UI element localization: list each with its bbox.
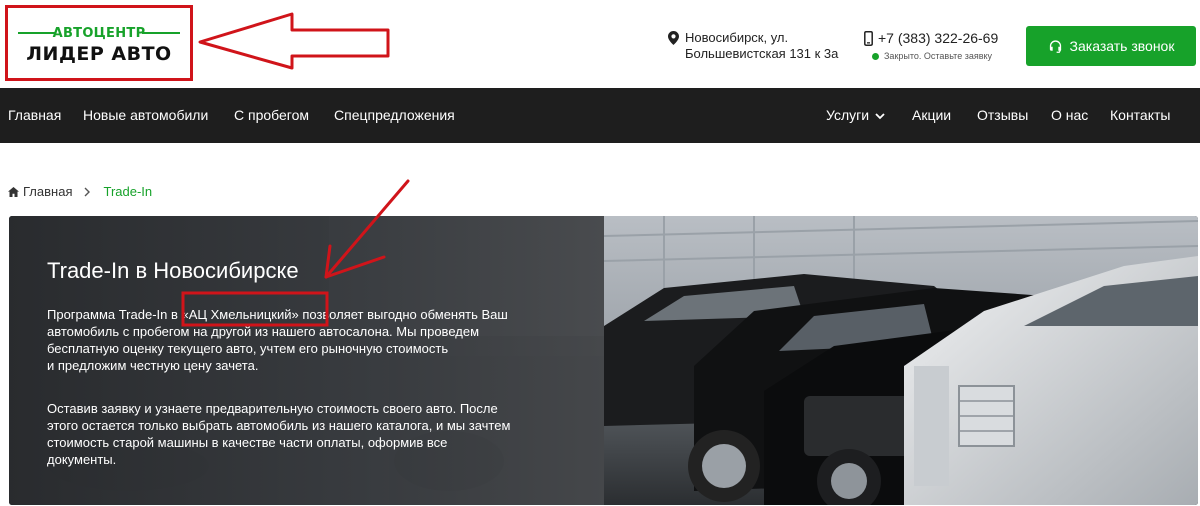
logo-line-right: [142, 32, 180, 34]
hero-p1-line-4: и предложим честную цену зачета.: [47, 358, 259, 373]
hero-p2-line-4: документы.: [47, 452, 117, 467]
hero-p2-line-2: этого остается только выбрать автомобиль…: [47, 418, 511, 433]
nav-item-about[interactable]: О нас: [1051, 88, 1088, 143]
hero-p1-line-2: автомобиль с пробегом на другой из нашег…: [47, 324, 480, 339]
nav-item-home[interactable]: Главная: [8, 88, 61, 143]
logo-top-text: АВТОЦЕНТР: [52, 26, 146, 41]
breadcrumb: Главная Trade-In: [8, 184, 152, 199]
hero-title: Trade-In в Новосибирске: [47, 258, 299, 283]
nav-item-reviews[interactable]: Отзывы: [977, 88, 1028, 143]
hero-p2-line-3: стоимость старой машины в качестве части…: [47, 435, 448, 450]
home-icon: [8, 186, 19, 197]
address-line-1: Новосибирск, ул.: [685, 30, 789, 45]
phone-number[interactable]: +7 (383) 322-26-69: [878, 30, 998, 46]
phone-block: +7 (383) 322-26-69 Закрыто. Оставьте зая…: [864, 30, 998, 61]
work-status-text: Закрыто. Оставьте заявку: [884, 51, 993, 61]
nav-item-contacts[interactable]: Контакты: [1110, 88, 1170, 143]
hero-cars-photo: [604, 216, 1198, 505]
hero-paragraph-2: Оставив заявку и узнаете предварительную…: [47, 400, 567, 468]
site-header: АВТОЦЕНТР ЛИДЕР АВТО Новосибирск, ул. Бо…: [0, 0, 1200, 88]
hero-p2-line-1: Оставив заявку и узнаете предварительную…: [47, 401, 498, 416]
logo-bottom-text: ЛИДЕР АВТО: [26, 43, 172, 65]
breadcrumb-current: Trade-In: [103, 184, 153, 199]
status-dot-icon: [872, 52, 879, 60]
nav-item-new-cars[interactable]: Новые автомобили: [83, 88, 208, 143]
headset-icon: [1049, 39, 1061, 53]
nav-item-services[interactable]: Услуги: [826, 88, 885, 143]
nav-item-special-offers[interactable]: Спецпредложения: [334, 88, 455, 143]
site-logo[interactable]: АВТОЦЕНТР ЛИДЕР АВТО: [5, 5, 193, 81]
logo-line-left: [18, 32, 56, 34]
hero-p1-line-1: Программа Trade-In в «АЦ Хмельницкий» по…: [47, 307, 508, 322]
hero-paragraph-1: Программа Trade-In в «АЦ Хмельницкий» по…: [47, 306, 567, 374]
map-pin-icon: [668, 31, 679, 45]
hero-p1-line-3: бесплатную оценку текущего авто, учтем е…: [47, 341, 449, 356]
address-line-2: Большевистская 131 к 3а: [685, 46, 839, 61]
main-nav: Главная Новые автомобили С пробегом Спец…: [0, 88, 1200, 143]
address-block: Новосибирск, ул. Большевистская 131 к 3а: [668, 30, 838, 62]
nav-item-used-cars[interactable]: С пробегом: [234, 88, 309, 143]
order-call-button[interactable]: Заказать звонок: [1026, 26, 1196, 66]
work-status: Закрыто. Оставьте заявку: [872, 51, 998, 61]
order-call-label: Заказать звонок: [1069, 38, 1175, 54]
breadcrumb-home[interactable]: Главная: [23, 184, 72, 199]
nav-item-services-label: Услуги: [826, 107, 870, 123]
chevron-right-icon: [84, 187, 91, 196]
chevron-down-icon: [875, 113, 885, 120]
nav-item-promotions[interactable]: Акции: [912, 88, 951, 143]
mobile-phone-icon: [864, 31, 873, 46]
hero-banner: Trade-In в Новосибирске Программа Trade-…: [9, 216, 1198, 505]
